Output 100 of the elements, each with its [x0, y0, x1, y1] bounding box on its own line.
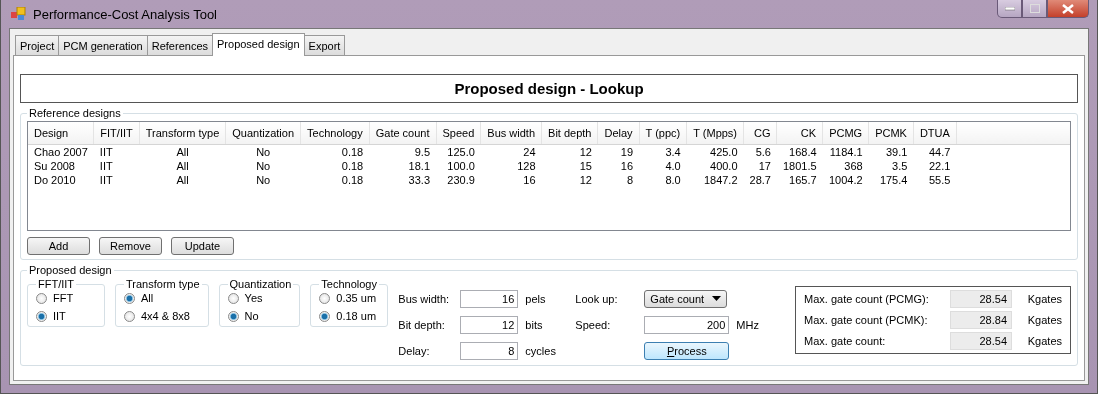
- field-label: Speed:: [575, 318, 612, 331]
- page-heading: Proposed design - Lookup: [20, 74, 1078, 103]
- group-title: Technology: [320, 278, 378, 290]
- unit-label: pels: [525, 292, 547, 305]
- column-header[interactable]: Quantization: [225, 122, 301, 145]
- radio-option[interactable]: 4x4 & 8x8: [124, 310, 202, 322]
- radio-button[interactable]: [227, 310, 239, 322]
- table-cell-text: 55.5: [927, 173, 952, 187]
- unit-label: MHz: [736, 318, 760, 331]
- radio-option[interactable]: Yes: [227, 292, 294, 304]
- action-button[interactable]: Add: [27, 237, 90, 255]
- table-cell-text: 0.18: [340, 159, 365, 173]
- column-header[interactable]: Design: [28, 122, 94, 145]
- radio-option[interactable]: All: [124, 292, 202, 304]
- radio-option[interactable]: IIT: [36, 310, 98, 322]
- group-title: FFT/IIT: [37, 278, 76, 290]
- table-cell: 168.4: [776, 144, 823, 159]
- table-cell-text: 165.7: [788, 173, 818, 187]
- group-title: Proposed design: [28, 264, 113, 276]
- table-cell-text: 0.18: [340, 173, 365, 187]
- radio-button[interactable]: [124, 292, 135, 304]
- column-header[interactable]: Gate count: [369, 122, 437, 145]
- unit-label: Kgates: [1026, 293, 1062, 305]
- window-title: Performance-Cost Analysis Tool: [33, 6, 217, 22]
- radio-button[interactable]: [36, 292, 47, 304]
- table-cell: Chao 2007: [28, 144, 94, 159]
- input-field[interactable]: 12: [460, 315, 519, 334]
- column-header[interactable]: FIT/IIT: [93, 122, 140, 145]
- maximize-icon: [1029, 4, 1040, 13]
- radio-button[interactable]: [227, 292, 239, 304]
- column-header[interactable]: PCMG: [822, 122, 869, 145]
- table-cell-text: 8: [625, 173, 635, 187]
- column-header[interactable]: PCMK: [868, 122, 914, 145]
- table-cell-text: 4.0: [664, 159, 682, 173]
- table-cell-text: 18.1: [407, 159, 432, 173]
- radio-button[interactable]: [319, 292, 331, 304]
- table-cell-text: 16: [619, 159, 635, 173]
- table-cell-text: 28.7: [748, 173, 772, 187]
- column-header[interactable]: Delay: [597, 122, 640, 145]
- tab[interactable]: Proposed design: [212, 33, 305, 56]
- table-cell-text: 230.9: [446, 173, 476, 187]
- tab[interactable]: Export: [303, 35, 346, 55]
- input-field[interactable]: 8: [460, 341, 519, 360]
- group-title: Quantization: [228, 278, 293, 290]
- table-cell-text: 17: [757, 159, 772, 173]
- radio-option[interactable]: 0.18 um: [319, 310, 382, 322]
- action-button[interactable]: Remove: [99, 237, 162, 255]
- radio-option[interactable]: 0.35 um: [319, 292, 382, 304]
- column-header[interactable]: T (Mpps): [686, 122, 744, 145]
- table-cell: 39.1: [868, 144, 914, 159]
- result-value: 28.84: [950, 311, 1012, 329]
- column-header[interactable]: Speed: [436, 122, 481, 145]
- process-button[interactable]: Process: [644, 341, 730, 360]
- column-header[interactable]: Technology: [300, 122, 370, 145]
- table-cell: 24: [480, 144, 542, 159]
- column-header[interactable]: CG: [743, 122, 777, 145]
- radio-option[interactable]: FFT: [36, 292, 98, 304]
- maximize-button[interactable]: [1022, 0, 1047, 18]
- column-header[interactable]: Transform type: [139, 122, 226, 145]
- field-label: Bit depth:: [398, 318, 446, 331]
- table-cell-text: All: [175, 159, 190, 173]
- column-header[interactable]: CK: [776, 122, 823, 145]
- close-button[interactable]: [1047, 0, 1089, 18]
- result-value: 28.54: [950, 290, 1012, 308]
- result-label: Max. gate count:: [804, 335, 887, 347]
- action-button[interactable]: Update: [171, 237, 234, 255]
- table-cell-text: 175.4: [878, 173, 909, 187]
- tab[interactable]: Project: [15, 35, 60, 55]
- table-cell-text: 128: [516, 159, 537, 173]
- result-value: 28.54: [950, 332, 1012, 350]
- table-cell-text: No: [255, 159, 272, 173]
- radio-button[interactable]: [319, 310, 331, 322]
- table-cell: 5.6: [743, 144, 777, 159]
- unit-label: Kgates: [1026, 335, 1062, 347]
- tab[interactable]: PCM generation: [58, 35, 148, 55]
- table-cell: 3.4: [639, 144, 687, 159]
- speed-input[interactable]: 200: [644, 315, 730, 334]
- column-header[interactable]: DTUA: [913, 122, 957, 145]
- group-title: Transform type: [125, 278, 201, 290]
- table-cell: 9.5: [369, 144, 437, 159]
- lookup-dropdown[interactable]: Gate count: [644, 289, 728, 308]
- table-cell-text: 100.0: [446, 159, 476, 173]
- field-label: Delay:: [398, 344, 431, 357]
- radio-button[interactable]: [36, 310, 47, 322]
- table-cell: IIT: [93, 144, 140, 159]
- radio-option[interactable]: No: [227, 310, 294, 322]
- radio-button[interactable]: [124, 310, 135, 322]
- dropdown-caret-icon: [712, 296, 722, 301]
- column-header[interactable]: Bus width: [480, 122, 542, 145]
- minimize-button[interactable]: [997, 0, 1022, 18]
- table-cell-text: IIT: [98, 159, 114, 173]
- table-cell: 1184.1: [822, 144, 869, 159]
- column-header[interactable]: T (ppc): [639, 122, 687, 145]
- table-cell-text: Su 2008: [33, 159, 76, 173]
- table-cell-text: 3.5: [891, 159, 909, 173]
- table-cell: All: [139, 144, 226, 159]
- tab[interactable]: References: [146, 35, 213, 55]
- input-field[interactable]: 16: [460, 289, 519, 308]
- column-header[interactable]: Bit depth: [541, 122, 598, 145]
- table-cell-text: 1004.2: [827, 173, 864, 187]
